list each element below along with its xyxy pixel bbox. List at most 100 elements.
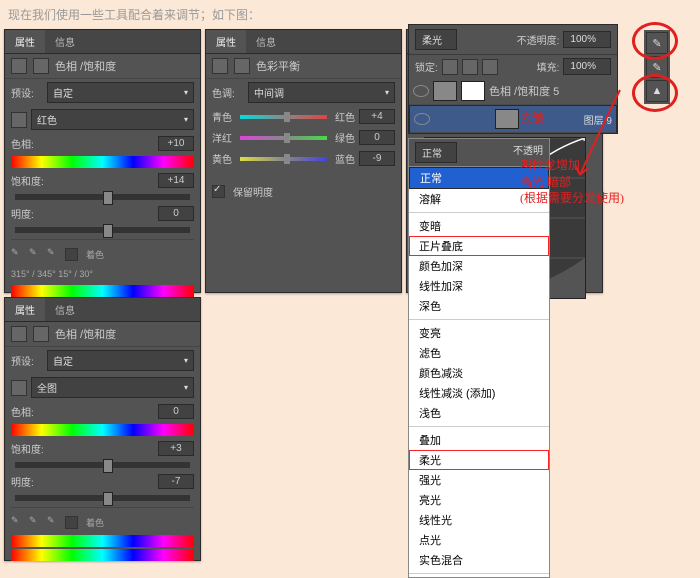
blend-multiply[interactable]: 正片叠底	[409, 236, 549, 256]
eyedropper-plus-icon[interactable]: ✎	[29, 515, 43, 529]
blend-hardlight[interactable]: 强光	[409, 470, 549, 490]
blend-linear[interactable]: 线性光	[409, 510, 549, 530]
cyan-value[interactable]: +4	[359, 109, 395, 124]
blend-lineardodge[interactable]: 线性减淡 (添加)	[409, 383, 549, 403]
magenta-green-slider[interactable]	[240, 136, 327, 140]
colorize-check[interactable]	[65, 248, 78, 261]
yellow-value[interactable]: -9	[359, 151, 395, 166]
fill-label: 填充:	[537, 59, 560, 74]
yellow-blue-slider[interactable]	[240, 157, 327, 161]
sat-value[interactable]: +3	[158, 441, 194, 456]
preserve-label: 保留明度	[233, 184, 273, 199]
blend-screen[interactable]: 滤色	[409, 343, 549, 363]
layer-thumb	[495, 109, 519, 129]
blend-softlight[interactable]: 柔光	[409, 450, 549, 470]
adjustment-icon	[212, 58, 228, 74]
sat-label: 饱和度:	[11, 441, 44, 456]
preserve-check[interactable]	[212, 185, 225, 198]
opacity-value[interactable]: 100%	[563, 31, 611, 48]
hue-spectrum[interactable]	[11, 424, 194, 436]
blend-darker[interactable]: 深色	[409, 296, 549, 316]
sat-value[interactable]: +14	[158, 173, 194, 188]
lock-pixels-icon[interactable]	[442, 59, 458, 75]
lock-all-icon[interactable]	[482, 59, 498, 75]
light-label: 明度:	[11, 474, 43, 489]
channel-select[interactable]: 全图▾	[31, 377, 194, 398]
range-spectrum[interactable]	[11, 285, 194, 297]
magenta-label: 洋红	[212, 130, 232, 145]
layer-row[interactable]: 色相 /饱和度 5	[409, 78, 617, 105]
eyedropper-icon[interactable]: ✎	[11, 515, 25, 529]
adjustment-icon	[11, 58, 27, 74]
light-value[interactable]: -7	[158, 474, 194, 489]
green-label: 绿色	[335, 130, 355, 145]
blend-colorburn[interactable]: 颜色加深	[409, 256, 549, 276]
tab-info[interactable]: 信息	[45, 30, 85, 53]
hue-value[interactable]: 0	[158, 404, 194, 419]
blend-lighten[interactable]: 变亮	[409, 323, 549, 343]
bucket-tool-icon[interactable]: ▲	[646, 80, 668, 102]
adjustment-icon	[11, 326, 27, 342]
magenta-value[interactable]: 0	[359, 130, 395, 145]
eyedropper-minus-icon[interactable]: ✎	[47, 515, 61, 529]
hue-sat-panel-2: 属性信息 色相 /饱和度 预设:自定▾ 全图▾ 色相:0 饱和度:+3 明度:-…	[4, 297, 201, 561]
visibility-icon[interactable]	[413, 85, 429, 97]
tone-label: 色调:	[212, 85, 244, 100]
blend-overlay[interactable]: 叠加	[409, 430, 549, 450]
red-label: 红色	[335, 109, 355, 124]
eyedropper-icon[interactable]: ✎	[11, 247, 25, 261]
eyedropper-tool-icon[interactable]: ✎	[646, 56, 668, 78]
brush-tool-icon[interactable]: ✎	[646, 32, 668, 54]
layer-name: 色相 /饱和度 5	[489, 83, 559, 99]
blend-lighter[interactable]: 浅色	[409, 403, 549, 423]
light-value[interactable]: 0	[158, 206, 194, 221]
panel-title: 色相 /饱和度	[55, 326, 116, 342]
fill-value[interactable]: 100%	[563, 58, 611, 75]
hue-spectrum[interactable]	[11, 156, 194, 168]
colorize-check[interactable]	[65, 516, 78, 529]
bottom-spectrum-1	[11, 535, 194, 547]
sat-label: 饱和度:	[11, 173, 44, 188]
colorize-label: 着色	[86, 516, 104, 529]
sat-slider[interactable]	[15, 194, 190, 200]
light-slider[interactable]	[15, 495, 190, 501]
mask-icon	[33, 58, 49, 74]
layer-thumb	[433, 81, 457, 101]
tool-strip: ✎ ✎ ▲	[644, 30, 670, 104]
tone-select[interactable]: 中间调▾	[248, 82, 395, 103]
sat-slider[interactable]	[15, 462, 190, 468]
bottom-spectrum-2	[11, 549, 194, 561]
blend-vivid[interactable]: 亮光	[409, 490, 549, 510]
tab-properties[interactable]: 属性	[5, 30, 45, 53]
preset-select[interactable]: 自定▾	[47, 350, 194, 371]
finger-icon[interactable]	[11, 380, 27, 396]
blend-colordodge[interactable]: 颜色减淡	[409, 363, 549, 383]
visibility-icon[interactable]	[414, 113, 430, 125]
cyan-red-slider[interactable]	[240, 115, 327, 119]
finger-icon[interactable]	[11, 112, 27, 128]
panel-title: 色彩平衡	[256, 58, 300, 74]
eyedropper-plus-icon[interactable]: ✎	[29, 247, 43, 261]
blend-linearburn[interactable]: 线性加深	[409, 276, 549, 296]
dd-current[interactable]: 正常	[415, 142, 457, 163]
panel-title: 色相 /饱和度	[55, 58, 116, 74]
preset-label: 预设:	[11, 85, 43, 100]
lock-label: 锁定:	[415, 59, 438, 74]
blend-hardmix[interactable]: 实色混合	[409, 550, 549, 570]
channel-select[interactable]: 红色▾	[31, 109, 194, 130]
tab-info[interactable]: 信息	[45, 298, 85, 321]
tab-info[interactable]: 信息	[246, 30, 286, 53]
hue-label: 色相:	[11, 136, 43, 151]
lock-position-icon[interactable]	[462, 59, 478, 75]
eyedropper-minus-icon[interactable]: ✎	[47, 247, 61, 261]
light-label: 明度:	[11, 206, 43, 221]
tab-properties[interactable]: 属性	[206, 30, 246, 53]
tab-properties[interactable]: 属性	[5, 298, 45, 321]
blend-darken[interactable]: 变暗	[409, 216, 549, 236]
blend-pin[interactable]: 点光	[409, 530, 549, 550]
preset-select[interactable]: 自定▾	[47, 82, 194, 103]
preset-label: 预设:	[11, 353, 43, 368]
light-slider[interactable]	[15, 227, 190, 233]
blend-mode-select[interactable]: 柔光	[415, 29, 457, 50]
hue-value[interactable]: +10	[158, 136, 194, 151]
